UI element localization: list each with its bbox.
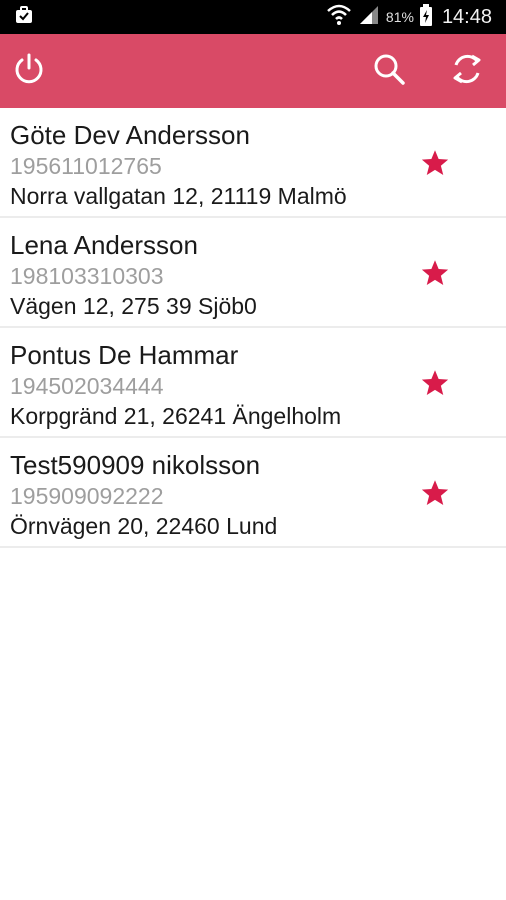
wifi-icon — [326, 4, 352, 31]
status-bar: 81% 14:48 — [0, 0, 506, 34]
briefcase-icon — [14, 5, 34, 30]
app-bar — [0, 34, 506, 108]
refresh-icon — [448, 50, 486, 93]
personal-number: 195909092222 — [10, 483, 164, 509]
power-icon — [11, 51, 47, 92]
personal-number: 198103310303 — [10, 263, 164, 289]
favorite-star-icon[interactable] — [420, 148, 450, 178]
contact-name: Göte Dev Andersson — [10, 120, 250, 150]
personal-number: 195611012765 — [10, 153, 162, 179]
list-item[interactable]: Test590909 nikolsson 195909092222 Örnväg… — [0, 438, 506, 548]
contact-name: Test590909 nikolsson — [10, 450, 261, 480]
battery-icon — [419, 3, 432, 31]
contact-list: Göte Dev Andersson 195611012765 Norra va… — [0, 108, 506, 548]
contact-address: Vägen 12, 275 39 Sjöb0 — [10, 293, 257, 319]
contact-name: Lena Andersson — [10, 230, 198, 260]
favorite-star-icon[interactable] — [420, 258, 450, 288]
contact-address: Korpgränd 21, 26241 Ängelholm — [10, 403, 342, 429]
contact-address: Norra vallgatan 12, 21119 Malmö — [10, 183, 347, 209]
refresh-button[interactable] — [448, 52, 486, 90]
contact-name: Pontus De Hammar — [10, 340, 239, 370]
search-icon — [371, 51, 407, 92]
search-button[interactable] — [370, 52, 408, 90]
personal-number: 194502034444 — [10, 373, 164, 399]
favorite-star-icon[interactable] — [420, 368, 450, 398]
power-button[interactable] — [10, 52, 48, 90]
battery-percent: 81% — [385, 9, 414, 25]
list-item[interactable]: Lena Andersson 198103310303 Vägen 12, 27… — [0, 218, 506, 328]
signal-icon — [358, 4, 380, 31]
list-item[interactable]: Göte Dev Andersson 195611012765 Norra va… — [0, 108, 506, 218]
favorite-star-icon[interactable] — [420, 478, 450, 508]
clock: 14:48 — [441, 5, 492, 28]
list-item[interactable]: Pontus De Hammar 194502034444 Korpgränd … — [0, 328, 506, 438]
contact-address: Örnvägen 20, 22460 Lund — [10, 513, 278, 539]
